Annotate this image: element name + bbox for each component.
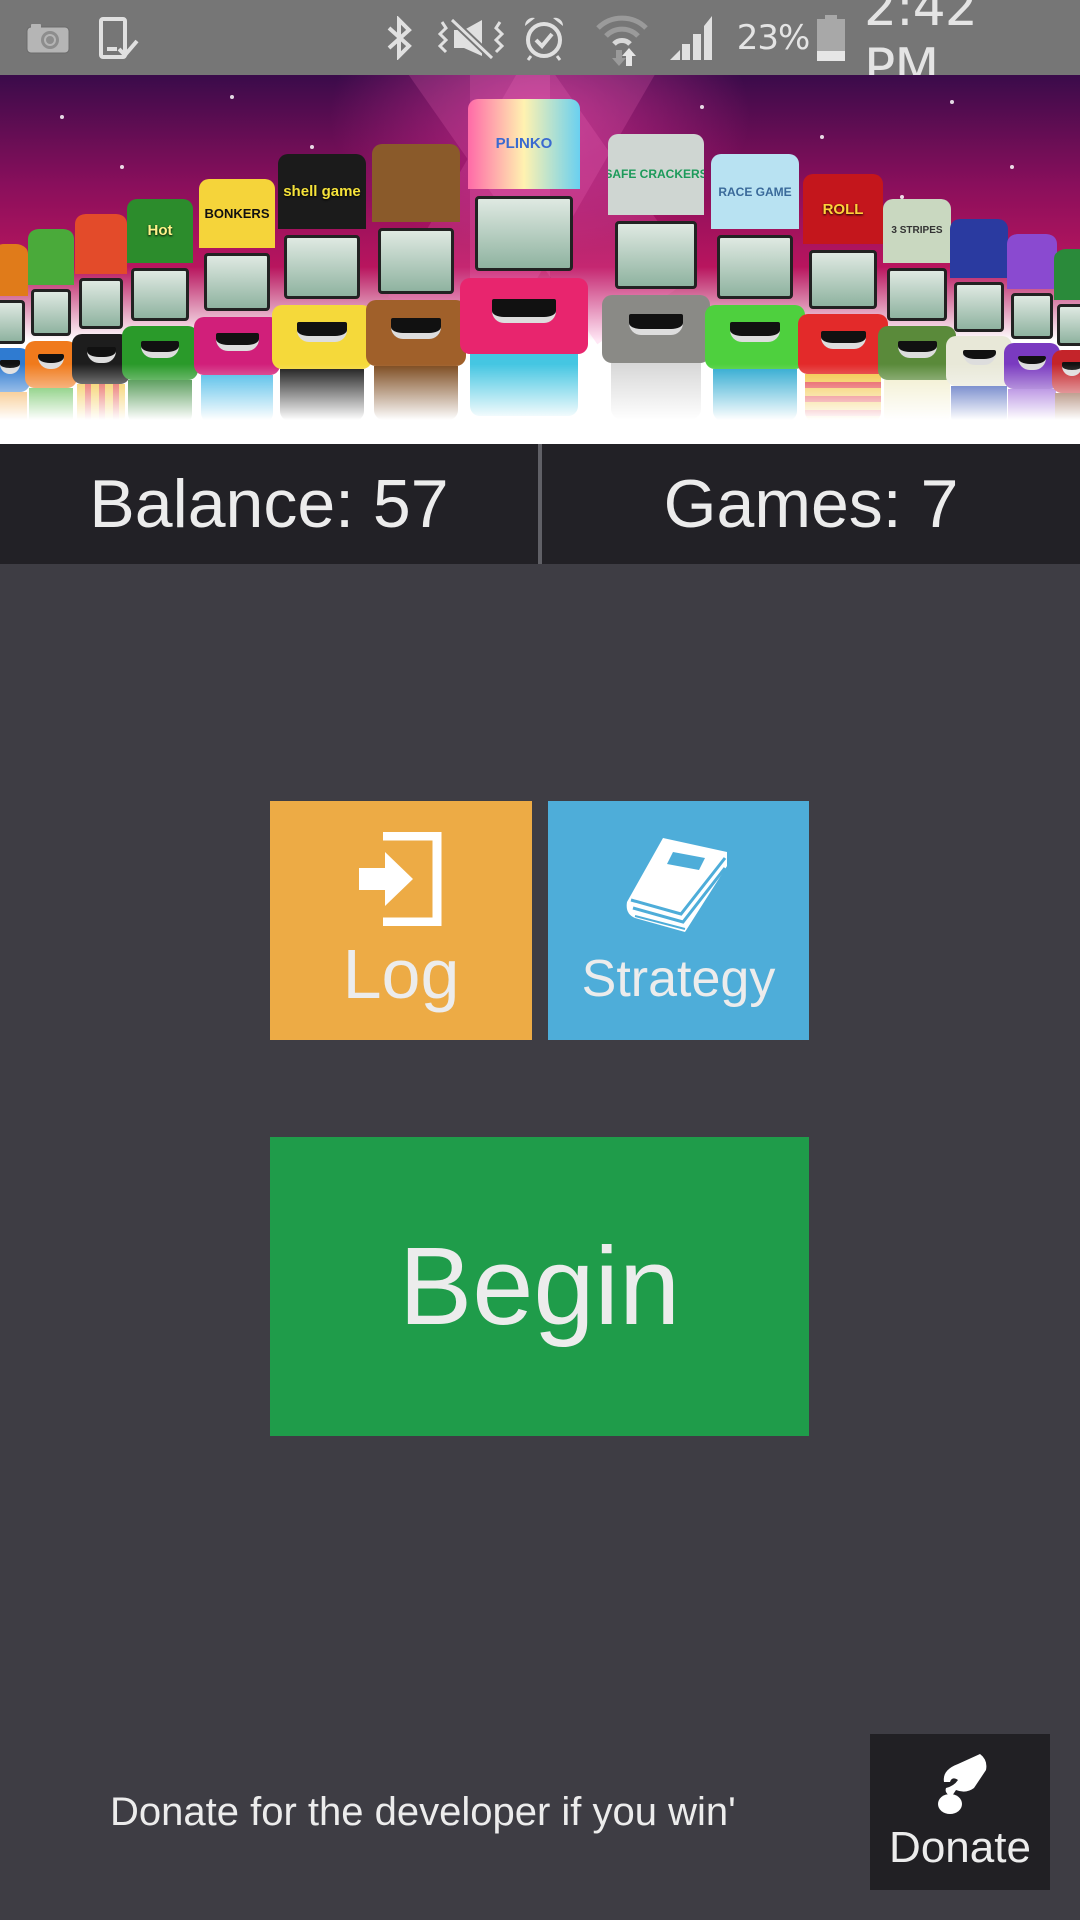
strategy-button[interactable]: Strategy bbox=[548, 801, 809, 1040]
strategy-label: Strategy bbox=[581, 950, 776, 1008]
alarm-icon bbox=[520, 0, 568, 75]
balance-display: Balance: 57 bbox=[89, 466, 449, 542]
log-button[interactable]: Log bbox=[270, 801, 532, 1040]
wifi-icon bbox=[594, 0, 650, 75]
banner-star bbox=[1010, 165, 1014, 169]
banner-star bbox=[950, 100, 954, 104]
sign-in-icon bbox=[359, 831, 443, 931]
donate-note: Donate for the developer if you win' bbox=[110, 1790, 736, 1834]
hand-coin-icon bbox=[930, 1752, 990, 1821]
games-display: Games: 7 bbox=[663, 466, 959, 542]
stats-bar: Balance: 57 Games: 7 bbox=[0, 444, 1080, 564]
signal-icon bbox=[666, 0, 720, 75]
donate-label: Donate bbox=[889, 1822, 1031, 1872]
banner-star bbox=[230, 95, 234, 99]
banner-star bbox=[700, 105, 704, 109]
camera-icon bbox=[24, 0, 72, 75]
donate-button[interactable]: Donate bbox=[870, 1734, 1050, 1890]
banner-star bbox=[820, 135, 824, 139]
battery-percent: 23% bbox=[736, 17, 811, 58]
device-check-icon bbox=[96, 0, 142, 75]
begin-button[interactable]: Begin bbox=[270, 1137, 809, 1436]
status-bar: 23% 2:42 PM bbox=[0, 0, 1080, 98]
banner-star bbox=[310, 145, 314, 149]
clock: 2:42 PM bbox=[864, 0, 978, 98]
begin-label: Begin bbox=[398, 1225, 681, 1348]
banner-floor-fade bbox=[0, 364, 1080, 444]
battery-icon bbox=[814, 0, 848, 75]
bluetooth-icon bbox=[382, 0, 418, 75]
slot-machines-banner: Hot BONKERS shell game PLINKO SAFE CRACK… bbox=[0, 75, 1080, 444]
banner-star bbox=[60, 115, 64, 119]
banner-star bbox=[120, 165, 124, 169]
book-icon bbox=[623, 836, 735, 941]
log-label: Log bbox=[342, 935, 460, 1013]
vibrate-mute-icon bbox=[436, 0, 506, 75]
